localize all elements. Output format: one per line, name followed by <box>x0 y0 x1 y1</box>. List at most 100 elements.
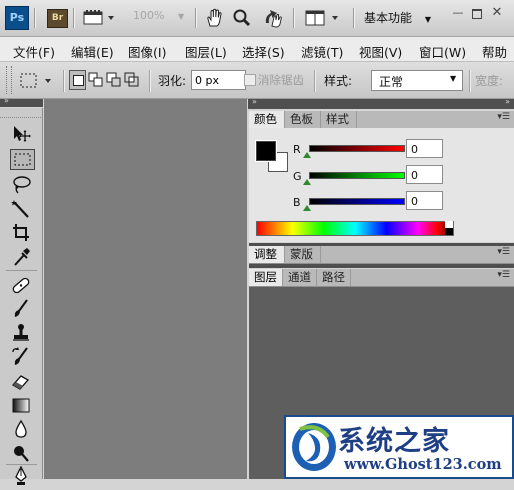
history-brush-tool[interactable] <box>8 346 34 368</box>
restore-button[interactable] <box>470 6 484 20</box>
green-value-input[interactable]: 0 <box>406 165 443 184</box>
bridge-button[interactable]: Br <box>47 9 68 28</box>
pen-tool[interactable] <box>8 465 34 487</box>
red-value-input[interactable]: 0 <box>406 139 443 158</box>
eyedropper-tool[interactable] <box>8 246 34 268</box>
menu-edit[interactable]: 编辑(E) <box>71 42 114 61</box>
tab-paths[interactable]: 路径 <box>317 269 351 286</box>
dodge-tool[interactable] <box>8 442 34 464</box>
chevron-down-icon: ▼ <box>177 12 185 21</box>
clone-stamp-tool[interactable] <box>8 322 34 344</box>
foreground-color-swatch[interactable] <box>255 140 277 162</box>
zoom-level-select[interactable]: 100% ▼ <box>133 9 184 22</box>
chevron-down-icon: ▼ <box>450 74 457 83</box>
channel-label-r: R <box>293 143 301 156</box>
width-label: 宽度: <box>475 74 504 88</box>
watermark-logo <box>288 419 340 478</box>
tab-swatches[interactable]: 色板 <box>285 111 321 128</box>
feather-input[interactable] <box>191 70 246 90</box>
menu-select[interactable]: 选择(S) <box>242 42 285 61</box>
tool-preset-picker[interactable] <box>18 71 58 94</box>
channel-label-g: G <box>293 170 302 183</box>
tools-panel <box>0 108 43 485</box>
separator <box>195 8 197 28</box>
tab-styles[interactable]: 样式 <box>321 111 357 128</box>
options-bar: 羽化: 消除锯齿 样式: 正常 ▼ 宽度: <box>0 62 514 99</box>
spot-healing-tool[interactable] <box>8 274 34 296</box>
brush-tool[interactable] <box>8 298 34 320</box>
red-slider[interactable] <box>309 145 405 152</box>
slider-thumb[interactable] <box>303 179 311 185</box>
options-bar-grip[interactable] <box>6 66 12 94</box>
panel-menu-icon[interactable]: ▾☰ <box>497 112 510 122</box>
collapse-icon: » <box>505 97 510 106</box>
hand-tool-button[interactable] <box>204 8 224 31</box>
tools-grip[interactable] <box>0 108 43 118</box>
tab-adjustments[interactable]: 调整 <box>249 246 285 263</box>
blue-slider[interactable] <box>309 198 405 205</box>
menu-view[interactable]: 视图(V) <box>359 42 402 61</box>
screen-mode-button[interactable] <box>82 9 118 26</box>
add-to-selection-button[interactable] <box>88 72 104 91</box>
photoshop-logo[interactable]: Ps <box>5 6 29 30</box>
magic-wand-tool[interactable] <box>8 198 34 220</box>
crop-tool[interactable] <box>8 222 34 244</box>
lasso-tool[interactable] <box>8 174 34 196</box>
minimize-button[interactable]: — <box>451 6 465 20</box>
color-spectrum-bar[interactable] <box>256 221 454 236</box>
menu-filter[interactable]: 滤镜(T) <box>301 42 343 61</box>
zoom-tool-button[interactable] <box>232 8 252 31</box>
restore-icon <box>472 9 482 19</box>
marquee-tool[interactable] <box>10 149 35 170</box>
separator <box>149 70 151 92</box>
intersect-selection-button[interactable] <box>124 72 140 91</box>
move-tool[interactable] <box>8 123 34 145</box>
eraser-tool[interactable] <box>8 370 34 392</box>
panel-menu-icon[interactable]: ▾☰ <box>497 270 510 280</box>
tab-layers[interactable]: 图层 <box>249 269 283 286</box>
adjustments-panel-tabs: 调整 蒙版 ▾☰ <box>249 246 514 264</box>
tab-channels[interactable]: 通道 <box>283 269 317 286</box>
blur-tool[interactable] <box>8 418 34 440</box>
menu-help[interactable]: 帮助 <box>482 42 507 61</box>
channel-label-b: B <box>293 196 301 209</box>
stamp-icon <box>13 324 29 341</box>
menu-window[interactable]: 窗口(W) <box>419 42 466 61</box>
menu-layer[interactable]: 图层(L) <box>185 42 227 61</box>
antialias-checkbox[interactable] <box>244 74 256 86</box>
tools-panel-header[interactable]: » <box>0 96 43 107</box>
arrange-documents-button[interactable] <box>304 9 344 27</box>
blue-value-input[interactable]: 0 <box>406 191 443 210</box>
dodge-icon <box>14 446 29 462</box>
separator <box>469 70 471 92</box>
new-selection-button[interactable] <box>69 70 86 90</box>
minimize-icon: — <box>452 6 464 19</box>
menu-image[interactable]: 图像(I) <box>128 42 166 61</box>
style-label: 样式: <box>324 74 353 88</box>
close-button[interactable]: ✕ <box>490 6 504 20</box>
gradient-tool[interactable] <box>8 394 34 416</box>
panel-menu-icon[interactable]: ▾☰ <box>497 247 510 257</box>
green-slider[interactable] <box>309 172 405 179</box>
menu-file[interactable]: 文件(F) <box>13 42 55 61</box>
tool-divider <box>6 270 37 271</box>
workspace-switcher[interactable]: 基本功能 ▼ <box>364 9 431 26</box>
watermark-url: www.Ghost123.com <box>344 456 502 473</box>
document-canvas-area[interactable] <box>44 99 247 479</box>
white-swatch[interactable] <box>445 221 453 228</box>
tab-color[interactable]: 颜色 <box>249 111 285 128</box>
separator <box>314 70 316 92</box>
hand-icon <box>207 8 222 27</box>
tab-masks[interactable]: 蒙版 <box>285 246 321 263</box>
selection-mode-group <box>69 70 139 92</box>
panel-dock-header[interactable]: » » <box>248 97 514 109</box>
style-select[interactable]: 正常 ▼ <box>371 70 463 91</box>
slider-thumb[interactable] <box>303 205 311 211</box>
expand-icon: » <box>252 97 257 106</box>
rotate-view-icon <box>265 10 282 28</box>
rotate-view-button[interactable] <box>262 7 284 32</box>
subtract-selection-button[interactable] <box>106 72 122 91</box>
subtract-selection-icon <box>106 72 121 87</box>
slider-thumb[interactable] <box>303 152 311 158</box>
black-swatch[interactable] <box>445 228 453 235</box>
